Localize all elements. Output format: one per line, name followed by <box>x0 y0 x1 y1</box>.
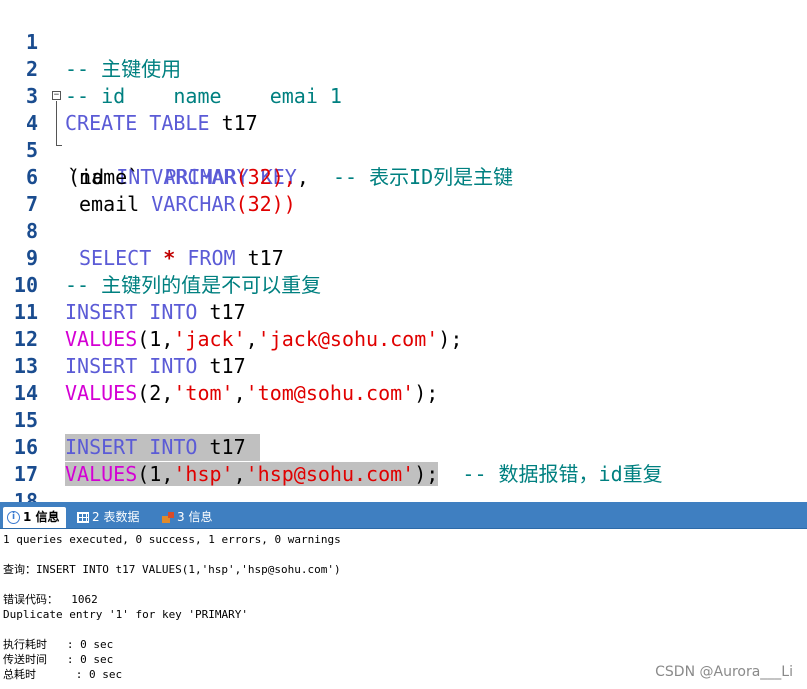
code-line[interactable]: 1 -- 主键使用 <box>0 2 807 81</box>
code-line[interactable]: 18 <box>0 461 807 502</box>
tab-number: 3 <box>177 510 185 524</box>
code-line[interactable]: 3 CREATE TABLE t17 <box>0 56 807 135</box>
results-panel: i1 信息 2 表数据 3 信息 1 queries executed, 0 s… <box>0 502 807 689</box>
code-line[interactable]: 7 <box>0 164 807 216</box>
code-line-selected[interactable]: 15 INSERT INTO t17 <box>0 380 807 461</box>
tab-label: 信息 <box>35 510 60 524</box>
output-query: 查询：INSERT INTO t17 VALUES(1,'hsp','hsp@s… <box>3 563 341 576</box>
tab-number: 2 <box>92 510 100 524</box>
tab-label: 信息 <box>188 510 213 524</box>
code-line[interactable]: 5 `name` VARCHAR(32), <box>0 110 807 189</box>
tab-table-data[interactable]: 2 表数据 <box>73 507 145 528</box>
fold-collapse-icon[interactable]: − <box>52 91 61 100</box>
output-error-code: 错误代码： 1062 <box>3 593 98 606</box>
code-line[interactable]: 6 email VARCHAR(32)) <box>0 137 807 216</box>
output-exec-time: 执行耗时 : 0 sec <box>3 638 114 651</box>
tab-info-3[interactable]: 3 信息 <box>158 507 218 528</box>
line-number: 18 <box>13 489 38 502</box>
sql-editor[interactable]: 1 -- 主键使用 2 -- id name emai 1 3 CREATE T… <box>0 0 807 502</box>
code-line[interactable]: 2 -- id name emai 1 <box>0 29 807 108</box>
code-line-selected[interactable]: 16 VALUES(1,'hsp','hsp@sohu.com'); -- 数据… <box>0 407 807 486</box>
table-grid-icon <box>77 512 89 523</box>
code-line[interactable]: 12 INSERT INTO t17 <box>0 299 807 378</box>
tab-info-1[interactable]: i1 信息 <box>3 507 66 528</box>
code-line[interactable]: 8 SELECT * FROM t17 <box>0 191 807 270</box>
info-icon: i <box>7 511 20 524</box>
output-summary: 1 queries executed, 0 success, 1 errors,… <box>3 533 341 546</box>
output-error-message: Duplicate entry '1' for key 'PRIMARY' <box>3 608 249 621</box>
code-line[interactable]: 13 VALUES(2,'tom','tom@sohu.com'); <box>0 326 807 405</box>
message-output[interactable]: 1 queries executed, 0 success, 1 errors,… <box>3 532 803 682</box>
code-line[interactable]: 10 INSERT INTO t17 <box>0 245 807 324</box>
code-line[interactable]: 14 <box>0 353 807 405</box>
tab-number: 1 <box>23 510 32 524</box>
watermark: CSDN @Aurora___Li <box>655 664 793 680</box>
code-line[interactable]: 9 -- 主键列的值是不可以重复 <box>0 218 807 297</box>
code-line[interactable]: 17 <box>0 434 807 486</box>
code-line[interactable]: 11 VALUES(1,'jack','jack@sohu.com'); <box>0 272 807 351</box>
tab-label: 表数据 <box>103 510 140 524</box>
code-line[interactable]: 4 − (id INT PRIMARY KEY, -- 表示ID列是主键 <box>0 83 807 190</box>
messages-icon <box>162 512 174 523</box>
results-tabbar: i1 信息 2 表数据 3 信息 <box>0 502 807 529</box>
